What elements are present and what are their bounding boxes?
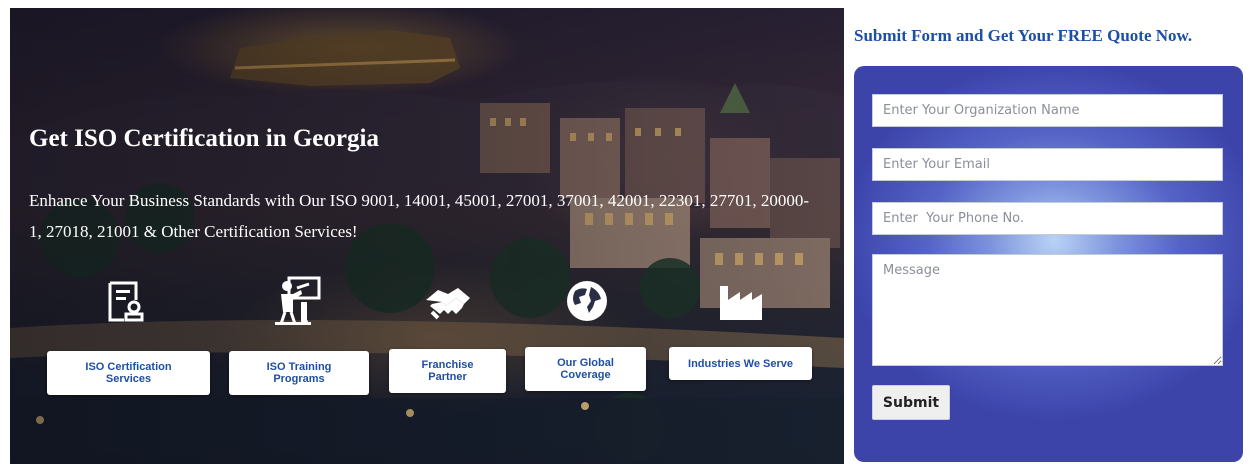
service-label-line1: Franchise bbox=[421, 359, 474, 371]
submit-button[interactable]: Submit bbox=[872, 385, 950, 420]
iso-certification-services-button[interactable]: ISO Certification Services bbox=[47, 351, 210, 395]
service-label-line2: Services bbox=[105, 373, 152, 385]
service-label-line2: Coverage bbox=[560, 369, 611, 381]
certificate-icon bbox=[106, 280, 146, 329]
service-label-line1: ISO Certification bbox=[85, 361, 172, 373]
message-textarea[interactable] bbox=[872, 254, 1223, 366]
franchise-partner-button[interactable]: Franchise Partner bbox=[389, 349, 506, 393]
email-input[interactable] bbox=[872, 148, 1223, 181]
service-label-line2: Programs bbox=[273, 373, 325, 385]
global-coverage-button[interactable]: Our Global Coverage bbox=[525, 347, 646, 391]
quote-form: Submit bbox=[854, 66, 1243, 462]
hero-title: Get ISO Certification in Georgia bbox=[29, 125, 379, 152]
globe-icon bbox=[565, 279, 609, 328]
training-presenter-icon bbox=[275, 276, 323, 331]
form-heading: Submit Form and Get Your FREE Quote Now. bbox=[854, 26, 1193, 45]
service-label-line1: ISO Training bbox=[266, 361, 332, 373]
service-label-line1: Industries We Serve bbox=[688, 357, 793, 370]
industries-we-serve-button[interactable]: Industries We Serve bbox=[669, 347, 812, 380]
factory-icon bbox=[718, 284, 764, 327]
handshake-icon bbox=[424, 284, 472, 329]
phone-input[interactable] bbox=[872, 202, 1223, 235]
hero-banner: Get ISO Certification in Georgia Enhance… bbox=[10, 8, 844, 464]
hero-subtitle: Enhance Your Business Standards with Our… bbox=[29, 191, 810, 241]
service-label-line2: Partner bbox=[428, 371, 467, 383]
service-label-line1: Our Global bbox=[557, 357, 614, 369]
iso-training-programs-button[interactable]: ISO Training Programs bbox=[229, 351, 369, 395]
quote-form-card: Submit Form and Get Your FREE Quote Now.… bbox=[845, 14, 1253, 464]
organization-name-input[interactable] bbox=[872, 94, 1223, 127]
